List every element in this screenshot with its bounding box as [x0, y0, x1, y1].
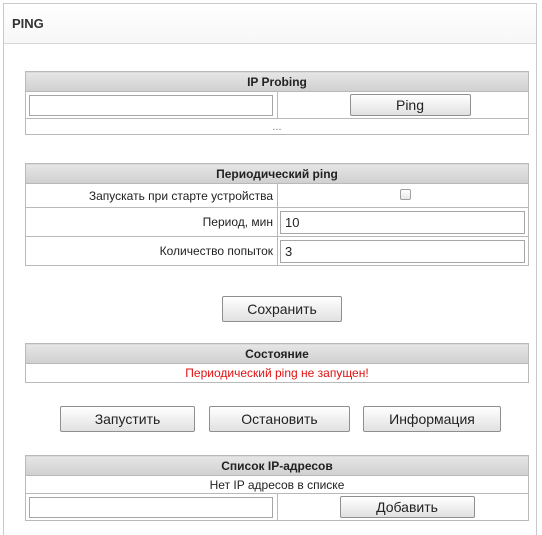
panel-header: PING — [4, 4, 536, 44]
start-on-boot-checkbox[interactable] — [399, 188, 411, 200]
period-input[interactable] — [280, 210, 525, 234]
ip-probing-header: IP Probing — [25, 71, 529, 92]
period-label: Период, мин — [25, 207, 278, 237]
stop-button[interactable]: Остановить — [209, 406, 350, 432]
start-button[interactable]: Запустить — [60, 406, 195, 432]
start-on-boot-label: Запускать при старте устройства — [25, 183, 278, 208]
ip-list-empty-text: Нет IP адресов в списке — [25, 475, 529, 494]
status-header: Состояние — [25, 343, 529, 364]
ip-address-input[interactable] — [29, 496, 273, 518]
add-ip-button[interactable]: Добавить — [339, 496, 475, 518]
attempts-label: Количество попыток — [25, 236, 278, 266]
periodic-ping-header: Периодический ping — [25, 163, 529, 184]
ping-button[interactable]: Ping — [349, 94, 471, 116]
info-button[interactable]: Информация — [363, 406, 501, 432]
attempts-input[interactable] — [280, 239, 525, 263]
ip-list-table: Список IP-адресов Нет IP адресов в списк… — [25, 455, 529, 521]
probe-result: ... — [25, 118, 529, 135]
ip-probing-table: IP Probing Ping ... — [25, 71, 529, 135]
probe-address-input[interactable] — [29, 94, 273, 116]
ip-list-header: Список IP-адресов — [25, 455, 529, 476]
periodic-ping-table: Периодический ping Запускать при старте … — [25, 163, 529, 266]
status-text: Периодический ping не запущен! — [25, 363, 529, 383]
save-button[interactable]: Сохранить — [222, 296, 342, 322]
page-title: PING — [12, 16, 44, 31]
status-table: Состояние Периодический ping не запущен! — [25, 343, 529, 383]
